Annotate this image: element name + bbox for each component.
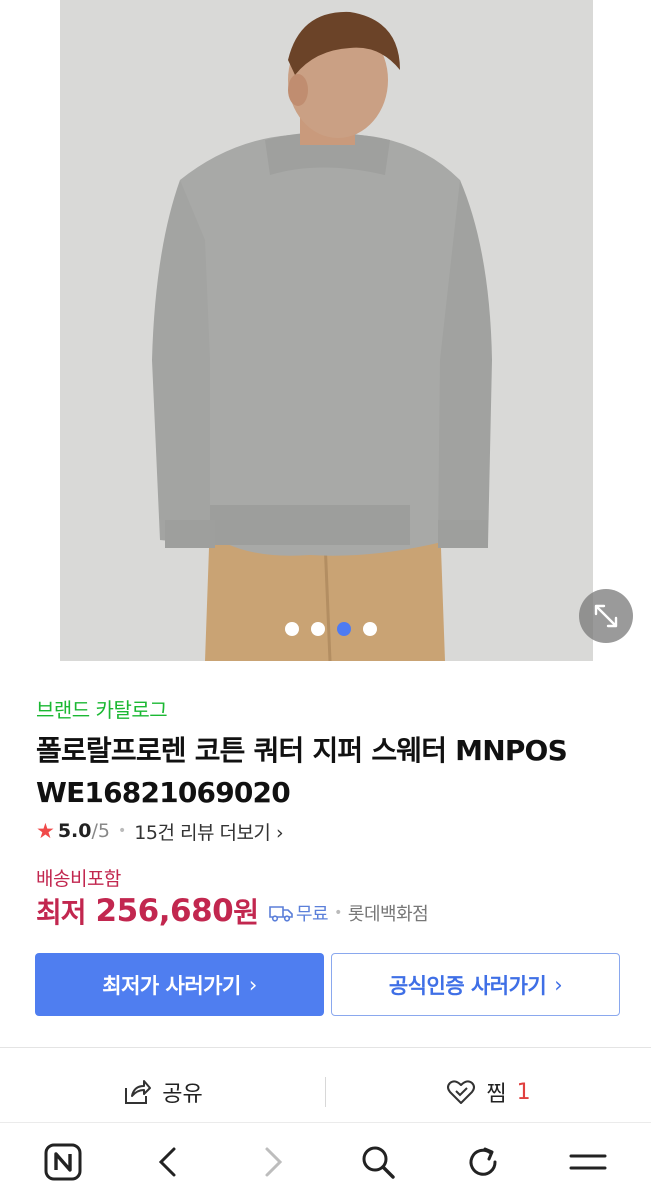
refresh-button[interactable] (455, 1134, 511, 1190)
delivery-info: 무료 • 롯데백화점 (269, 900, 429, 926)
review-more-link[interactable]: 15건 리뷰 더보기 › (134, 818, 283, 845)
pagination-dot[interactable] (362, 622, 377, 636)
review-link-label: 15건 리뷰 더보기 (134, 821, 271, 844)
product-title: 폴로랄프로렌 코튼 쿼터 지퍼 스웨터 MNPOS WE16821069020 (36, 730, 626, 814)
product-title-line: WE16821069020 (36, 776, 291, 809)
price-unit: 원 (233, 896, 259, 929)
chevron-right-icon: › (275, 821, 284, 844)
naver-home-icon (44, 1143, 82, 1180)
button-label: 공식인증 사러가기 (388, 973, 547, 998)
brand-catalog-link[interactable]: 브랜드 카탈로그 (36, 694, 168, 723)
chevron-right-icon: › (554, 972, 563, 997)
refresh-icon (469, 1147, 497, 1176)
separator-dot: • (118, 823, 127, 839)
wish-label: 찜 (486, 1082, 507, 1107)
price-value: 256,680 (95, 893, 234, 929)
gallery-pagination (0, 622, 651, 636)
lowest-price-label: 최저 (36, 896, 87, 929)
truck-icon (269, 906, 293, 922)
button-label: 최저가 사러가기 (102, 973, 241, 998)
chevron-right-icon: › (248, 972, 257, 997)
section-divider (0, 1047, 651, 1048)
menu-icon (569, 1154, 607, 1169)
separator-dot: • (334, 905, 342, 921)
wish-count: 1 (516, 1079, 531, 1105)
rating-score: 5.0 (57, 820, 92, 842)
product-image-gallery[interactable] (0, 0, 651, 661)
menu-button[interactable] (560, 1134, 616, 1190)
pagination-dot[interactable] (284, 622, 299, 636)
search-button[interactable] (350, 1134, 406, 1190)
browser-toolbar (0, 1122, 651, 1200)
product-title-line: 폴로랄프로렌 코튼 쿼터 지퍼 스웨터 MNPOS (36, 734, 568, 767)
heart-check-icon (447, 1080, 476, 1104)
share-icon (125, 1080, 152, 1104)
back-icon (158, 1147, 176, 1176)
search-icon (362, 1146, 395, 1179)
rating-max: /5 (91, 820, 111, 842)
shipping-included-label: 배송비포함 (36, 868, 121, 890)
price-row: 최저 256,680 원 무료 • 롯데백화점 (36, 891, 429, 931)
buy-lowest-price-button[interactable]: 최저가 사러가기 › (35, 953, 324, 1016)
wishlist-button[interactable]: 찜 1 (326, 1076, 651, 1108)
pagination-dot[interactable] (310, 622, 325, 636)
pagination-dot-active[interactable] (336, 622, 351, 636)
star-icon: ★ (36, 819, 55, 843)
share-label: 공유 (162, 1082, 203, 1107)
forward-icon (265, 1147, 283, 1176)
store-name: 롯데백화점 (347, 904, 429, 925)
forward-button[interactable] (245, 1134, 301, 1190)
action-bar: 공유 찜 1 (0, 1063, 651, 1121)
back-button[interactable] (140, 1134, 196, 1190)
share-button[interactable]: 공유 (0, 1076, 325, 1108)
product-photo (60, 0, 593, 661)
rating-row: ★ 5.0 /5 • 15건 리뷰 더보기 › (36, 817, 284, 845)
delivery-text: 무료 (296, 904, 329, 925)
buy-official-button[interactable]: 공식인증 사러가기 › (331, 953, 620, 1016)
naver-home-button[interactable] (35, 1134, 91, 1190)
